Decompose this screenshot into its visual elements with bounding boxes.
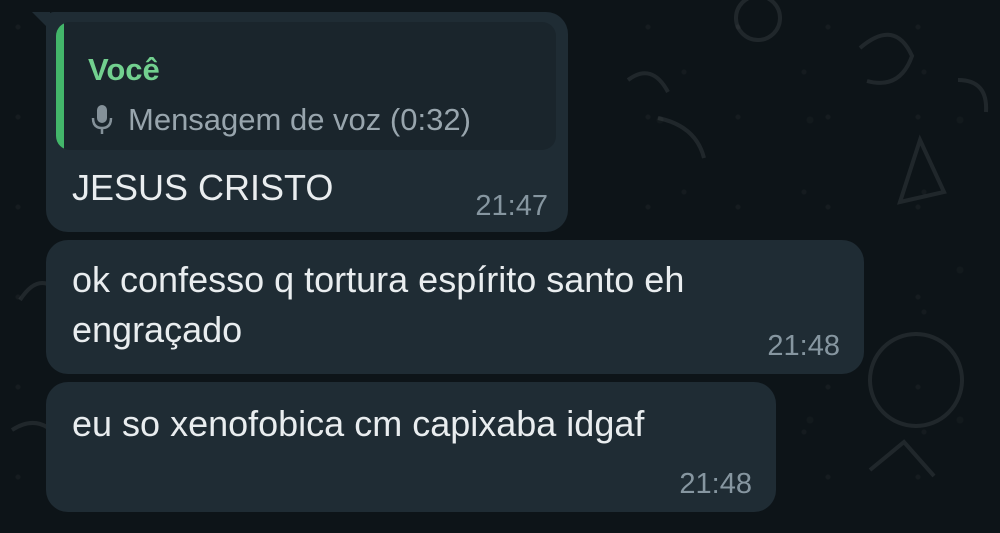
quoted-message-row: Mensagem de voz (0:32) — [90, 102, 471, 138]
message-time: 21:48 — [767, 330, 840, 362]
quoted-message-text: Mensagem de voz (0:32) — [128, 102, 471, 137]
message-bubble-3[interactable]: eu so xenofobica cm capixaba idgaf 21:48 — [46, 382, 776, 512]
mic-icon — [91, 105, 113, 134]
message-time: 21:47 — [475, 190, 548, 222]
message-bubble-2[interactable]: ok confesso q tortura espírito santo eh … — [46, 240, 864, 374]
message-bubble-1[interactable]: Você Mensagem de voz (0:32) JESUS CRISTO… — [32, 12, 568, 232]
quote-accent-bar — [56, 22, 64, 150]
message-text-line-1: ok confesso q tortura espírito santo eh — [72, 259, 685, 300]
quoted-voice-message[interactable]: Você Mensagem de voz (0:32) — [56, 22, 556, 150]
message-time: 21:48 — [679, 468, 752, 500]
message-text: JESUS CRISTO — [72, 167, 334, 208]
quoted-author: Você — [88, 52, 160, 87]
message-text: eu so xenofobica cm capixaba idgaf — [72, 403, 645, 444]
message-text-line-2: engraçado — [72, 309, 243, 350]
bubble-tail — [32, 12, 50, 30]
